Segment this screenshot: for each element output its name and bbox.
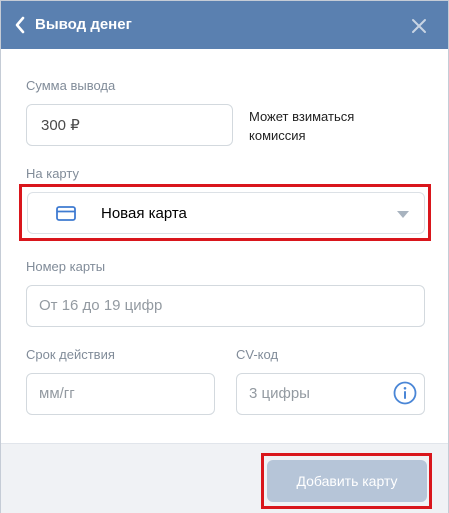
card-select-dropdown[interactable]: Новая карта — [27, 192, 425, 234]
dialog-title: Вывод денег — [35, 16, 132, 33]
card-number-placeholder: От 16 до 19 цифр — [39, 297, 163, 314]
cvv-label: CV-код — [236, 347, 279, 362]
chevron-left-icon — [15, 16, 25, 34]
card-select-value: Новая карта — [101, 205, 187, 222]
withdraw-dialog: Вывод денег Сумма вывода 300 ₽ Может взи… — [0, 0, 449, 513]
back-button[interactable] — [9, 11, 31, 39]
card-number-input[interactable]: От 16 до 19 цифр — [26, 285, 425, 327]
add-card-button[interactable]: Добавить карту — [267, 460, 427, 502]
credit-card-icon — [56, 206, 76, 221]
commission-hint: Может взиматься комиссия — [249, 109, 355, 143]
info-icon — [393, 381, 417, 405]
dialog-header: Вывод денег — [1, 1, 448, 49]
chevron-down-icon — [397, 211, 409, 218]
close-icon — [412, 19, 426, 33]
amount-input[interactable]: 300 ₽ — [26, 104, 233, 146]
expiry-input[interactable]: мм/гг — [26, 373, 215, 415]
expiry-label: Срок действия — [26, 347, 115, 362]
card-select-label: На карту — [26, 166, 79, 181]
amount-value: 300 ₽ — [41, 117, 80, 134]
amount-label: Сумма вывода — [26, 78, 116, 93]
close-button[interactable] — [407, 14, 431, 38]
cvv-placeholder: 3 цифры — [249, 385, 310, 402]
cvv-info-button[interactable] — [393, 381, 417, 405]
card-number-label: Номер карты — [26, 259, 106, 274]
expiry-placeholder: мм/гг — [39, 385, 75, 402]
